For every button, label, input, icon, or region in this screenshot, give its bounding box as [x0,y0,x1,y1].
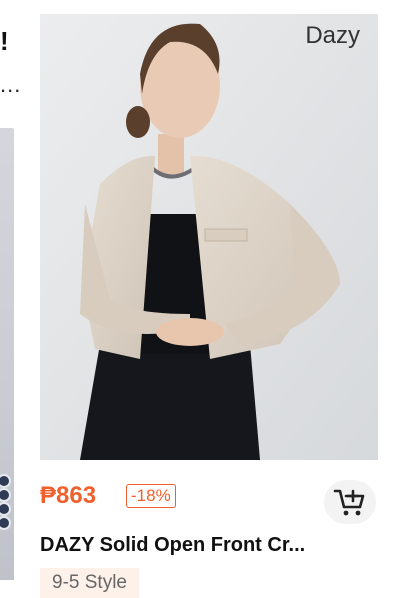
style-tag: 9-5 Style [40,568,139,598]
color-swatch-dot [0,502,11,516]
price: ₱863 [40,482,97,509]
color-swatch-dot [0,516,11,530]
add-to-cart-icon [333,489,365,516]
color-swatch-dot [0,474,11,488]
neighbor-product-image[interactable] [0,128,14,580]
neighbor-title-fragment: ! [0,26,9,56]
color-swatch-dot [0,488,11,502]
neighbor-title-ellipsis: ... [0,72,22,97]
price-row: ₱863 -18% [40,480,378,524]
brand-watermark: Dazy [305,22,360,49]
product-image[interactable]: Dazy [40,14,378,460]
neighbor-product-card[interactable]: ! ... [0,0,20,595]
model-photo-illustration [40,14,378,460]
add-to-cart-button[interactable] [324,480,376,524]
product-title[interactable]: DAZY Solid Open Front Cr... [40,534,378,557]
discount-badge: -18% [126,484,176,508]
